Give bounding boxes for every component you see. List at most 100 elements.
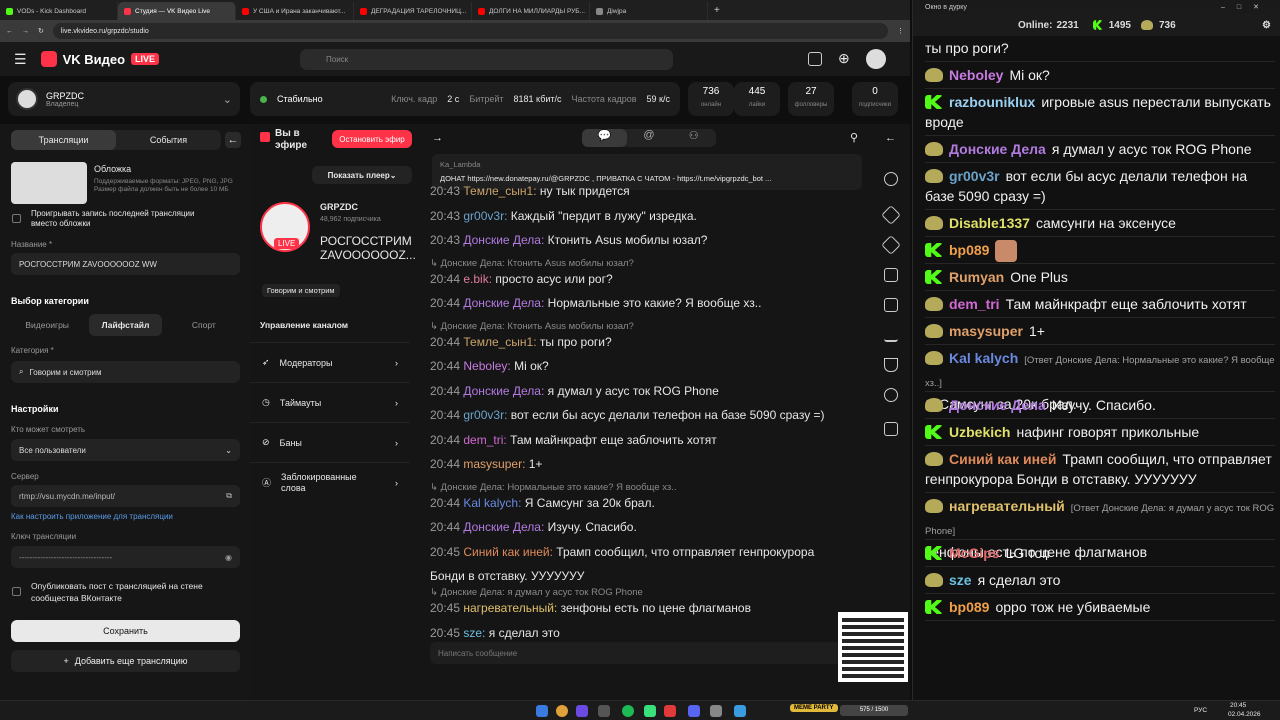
divider: [925, 263, 1275, 264]
tab-sport[interactable]: Спорт: [168, 314, 240, 336]
back-arrow-icon[interactable]: ←: [225, 132, 241, 148]
menu-moderators[interactable]: ➶ Модераторы ›: [250, 342, 410, 382]
chat-username[interactable]: Донские Дела:: [463, 384, 544, 398]
dice-icon[interactable]: [884, 268, 898, 282]
language-indicator[interactable]: РУС: [1194, 707, 1207, 714]
users-icon[interactable]: ⚇: [671, 129, 716, 147]
add-stream-button[interactable]: + Добавить еще трансляцию: [11, 650, 240, 672]
start-icon[interactable]: [536, 705, 548, 717]
discord-icon[interactable]: [688, 705, 700, 717]
chat-username[interactable]: Темле_сын1:: [463, 335, 536, 349]
text-icon: Ⓐ: [262, 478, 272, 488]
chat-username[interactable]: нагревательный:: [463, 601, 557, 615]
chat-username[interactable]: e.bik:: [463, 272, 492, 286]
spotify-icon[interactable]: [622, 705, 634, 717]
diamond-icon[interactable]: [881, 205, 901, 225]
settings-icon[interactable]: ⚙: [1262, 20, 1271, 31]
chat-username[interactable]: Синий как иней:: [463, 545, 553, 559]
browser-tab[interactable]: У США и Ирана заканчивают...: [236, 2, 354, 20]
copy-icon[interactable]: ⧉: [226, 491, 232, 501]
forward-icon[interactable]: →: [22, 28, 29, 35]
url-input[interactable]: live.vkvideo.ru/grpzdc/studio: [52, 23, 888, 39]
channel-name: GRPZDC: [46, 90, 84, 101]
app-icon[interactable]: [644, 705, 656, 717]
live-badge: LIVE: [274, 238, 300, 249]
chat-username[interactable]: Темле_сын1:: [463, 184, 536, 198]
search-input[interactable]: Поиск: [300, 49, 673, 70]
chat-username[interactable]: Донские Дела:: [463, 296, 544, 310]
menu-bans[interactable]: ⊘ Баны ›: [250, 422, 410, 462]
steam-icon[interactable]: [598, 705, 610, 717]
chrome-icon[interactable]: [556, 705, 568, 717]
extensions-icon[interactable]: ⋮: [897, 27, 904, 35]
category-input[interactable]: ⌕ Говорим и смотрим: [11, 361, 240, 383]
copy-icon[interactable]: [884, 422, 898, 436]
list-icon[interactable]: [884, 298, 898, 312]
vk-video-logo[interactable]: VK Видео LIVE: [40, 51, 160, 67]
tab-label: Студия — VK Видео Live: [135, 7, 211, 15]
tab-lifestyle[interactable]: Лайфстайл: [89, 314, 162, 336]
app-icon[interactable]: [710, 705, 722, 717]
chat-input[interactable]: Написать сообщение: [430, 642, 850, 664]
stream-category-tag[interactable]: Говорим и смотрим: [262, 284, 340, 297]
pepe-badge-icon: [925, 499, 943, 513]
menu-timeouts[interactable]: ◷ Таймауты ›: [250, 382, 410, 422]
chat-username[interactable]: sze:: [463, 626, 485, 640]
overlay-username: Синий как иней: [949, 451, 1057, 467]
save-button[interactable]: Сохранить: [11, 620, 240, 642]
tab-streams[interactable]: Трансляции: [11, 130, 116, 150]
eye-icon[interactable]: ◉: [225, 553, 232, 562]
add-icon[interactable]: ⊕: [838, 50, 850, 67]
gamepad-icon[interactable]: [884, 388, 898, 402]
chat-username[interactable]: masysuper:: [463, 457, 525, 471]
overlay-message: ты про роги?: [925, 38, 1275, 58]
browser-tab[interactable]: ДЕГРАДАЦИЯ ТАРЕЛОЧНИЦ...: [354, 2, 472, 20]
back-arrow-icon[interactable]: ←: [885, 132, 896, 144]
chat-bubble-icon[interactable]: 💬: [582, 129, 627, 147]
menu-blocked-words[interactable]: Ⓐ Заблокированные слова ›: [250, 462, 410, 502]
channel-selector[interactable]: GRPZDC Владелец ⌄: [8, 82, 240, 116]
cover-thumbnail[interactable]: [11, 162, 87, 204]
howto-link[interactable]: Как настроить приложение для трансляции: [11, 512, 173, 521]
trophy-icon[interactable]: [884, 358, 898, 372]
chat-username[interactable]: Neboley:: [463, 359, 510, 373]
avatar[interactable]: [866, 49, 886, 69]
browser-tabbar: VODs - Kick Dashboard Студия — VK Видео L…: [0, 0, 910, 20]
stream-key-input[interactable]: ----------------------------------- ◉: [11, 546, 240, 568]
chat-username[interactable]: Донские Дела:: [463, 233, 544, 247]
stop-stream-button[interactable]: Остановить эфир: [332, 130, 412, 148]
app-icon[interactable]: [734, 705, 746, 717]
who-select[interactable]: Все пользователи ⌄: [11, 439, 240, 461]
reload-icon[interactable]: ↻: [38, 27, 44, 35]
new-tab-button[interactable]: +: [714, 5, 720, 16]
settings-icon[interactable]: [884, 172, 898, 186]
pin-icon[interactable]: ⚲: [850, 131, 858, 144]
show-player-button[interactable]: Показать плеер ⌄: [312, 166, 412, 184]
browser-tab[interactable]: Студия — VK Видео Live: [118, 2, 236, 20]
name-input[interactable]: РОСГОССТРИМ ZAVOOOOOOZ WW: [11, 253, 240, 275]
chat-username[interactable]: dem_tri:: [463, 433, 506, 447]
back-icon[interactable]: ←: [6, 28, 13, 35]
kick-badge-icon: [925, 243, 943, 257]
chat-username[interactable]: gr00v3r:: [463, 408, 507, 422]
chat-username[interactable]: Kal kalych:: [463, 496, 521, 510]
server-input[interactable]: rtmp://vsu.mycdn.me/input/⧉: [11, 485, 240, 507]
window-controls[interactable]: –□✕: [1221, 3, 1271, 11]
replay-checkbox[interactable]: [12, 214, 21, 223]
browser-tab[interactable]: ДОЛГИ НА МИЛЛИАРДЫ РУБ...: [472, 2, 590, 20]
menu-icon[interactable]: ☰: [14, 51, 27, 68]
publish-checkbox[interactable]: [12, 587, 21, 596]
notifications-icon[interactable]: [808, 52, 822, 66]
chat-username[interactable]: gr00v3r:: [463, 209, 507, 223]
gem-icon[interactable]: [881, 235, 901, 255]
chart-icon[interactable]: [884, 328, 898, 342]
app-icon[interactable]: [664, 705, 676, 717]
browser-tab[interactable]: Дiwjра: [590, 2, 708, 20]
browser-tab[interactable]: VODs - Kick Dashboard: [0, 2, 118, 20]
chat-username[interactable]: Донские Дела:: [463, 520, 544, 534]
expand-icon[interactable]: →: [432, 132, 443, 144]
tab-videogames[interactable]: Видеоигры: [11, 314, 83, 336]
tab-events[interactable]: События: [116, 130, 221, 150]
mention-icon[interactable]: @: [627, 129, 672, 147]
app-icon[interactable]: [576, 705, 588, 717]
